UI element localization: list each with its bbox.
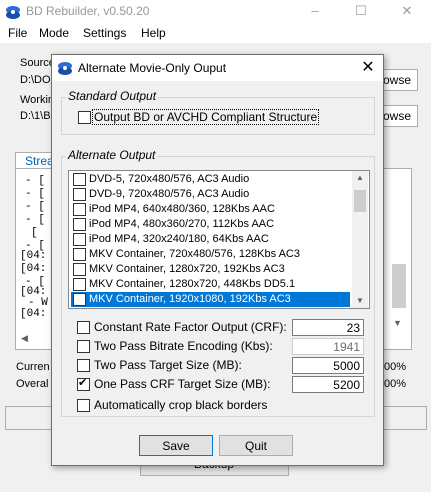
working-path: D:\1\B — [20, 110, 51, 122]
menu-settings[interactable]: Settings — [83, 26, 126, 40]
list-item-selected[interactable]: MKV Container, 1920x1080, 192Kbs AC3 — [71, 291, 350, 307]
working-label: Workin — [20, 94, 55, 106]
one-pass-crf-label: One Pass CRF Target Size (MB): — [94, 377, 271, 391]
log-line: - [ — [25, 214, 45, 226]
list-item-label: MKV Container, 1280x720, 192Kbs AC3 — [89, 263, 285, 275]
source-label: Source — [20, 57, 55, 69]
list-item-checkbox[interactable] — [73, 248, 86, 261]
dialog-app-icon — [58, 62, 72, 75]
list-item-label: iPod MP4, 320x240/180, 64Kbs AAC — [89, 233, 269, 245]
log-line: [04: — [20, 250, 47, 262]
log-line: - [ — [25, 201, 45, 213]
one-pass-crf-input[interactable]: 5200 — [292, 376, 364, 393]
list-item-label: MKV Container, 1280x720, 448Kbs DD5.1 — [89, 278, 296, 290]
list-item-label: iPod MP4, 480x360/270, 112Kbs AAC — [89, 218, 275, 230]
log-scrollbar-thumb[interactable] — [392, 264, 406, 308]
list-scrollbar-thumb[interactable] — [354, 190, 366, 212]
list-item-label: MKV Container, 720x480/576, 128Kbs AC3 — [89, 248, 300, 260]
two-pass-bitrate-input[interactable]: 1941 — [292, 338, 364, 355]
overall-percent: 00% — [384, 378, 407, 390]
bd-avchd-label: Output BD or AVCHD Compliant Structure — [92, 109, 320, 125]
dialog-close-button[interactable]: ✕ — [353, 55, 383, 81]
menu-help[interactable]: Help — [141, 26, 166, 40]
crf-checkbox[interactable] — [77, 321, 90, 334]
two-pass-size-row: Two Pass Target Size (MB): 5000 — [77, 357, 367, 375]
two-pass-size-input[interactable]: 5000 — [292, 357, 364, 374]
alternate-output-dialog: Alternate Movie-Only Ouput ✕ Standard Ou… — [51, 54, 384, 466]
list-item-label: DVD-9, 720x480/576, AC3 Audio — [89, 188, 250, 200]
list-item-label: MKV Container, 1920x1080, 192Kbs AC3 — [89, 293, 291, 305]
tab-streams-label: Strea — [25, 154, 54, 168]
current-percent: 00% — [384, 361, 407, 373]
app-icon — [6, 6, 20, 19]
bd-avchd-checkbox[interactable] — [78, 111, 91, 124]
crf-label: Constant Rate Factor Output (CRF): — [94, 320, 287, 334]
list-scrollbar[interactable]: ▲ ▼ — [352, 171, 368, 308]
alternate-output-label: Alternate Output — [66, 148, 158, 162]
list-item[interactable]: DVD-9, 720x480/576, AC3 Audio — [71, 187, 350, 202]
browse-label: owse — [383, 73, 412, 87]
two-pass-bitrate-checkbox[interactable] — [77, 340, 90, 353]
scroll-left-icon[interactable]: ◀ — [21, 333, 28, 344]
list-item[interactable]: MKV Container, 1280x720, 192Kbs AC3 — [71, 262, 350, 277]
list-item-checkbox[interactable] — [73, 188, 86, 201]
one-pass-crf-row: One Pass CRF Target Size (MB): 5200 — [77, 376, 367, 394]
quit-button[interactable]: Quit — [219, 435, 293, 456]
log-line: [04: — [20, 263, 47, 275]
crf-option-row: Constant Rate Factor Output (CRF): 23 — [77, 319, 367, 337]
list-item-checkbox[interactable] — [73, 218, 86, 231]
list-item[interactable]: MKV Container, 720x480/576, 128Kbs AC3 — [71, 247, 350, 262]
two-pass-bitrate-label: Two Pass Bitrate Encoding (Kbs): — [94, 339, 273, 353]
minimize-button[interactable]: – — [292, 0, 338, 24]
list-item[interactable]: DVD-5, 720x480/576, AC3 Audio — [71, 172, 350, 187]
two-pass-size-label: Two Pass Target Size (MB): — [94, 358, 242, 372]
list-item-checkbox[interactable] — [73, 173, 86, 186]
browse-label: owse — [383, 109, 412, 123]
list-item[interactable]: iPod MP4, 480x360/270, 112Kbs AAC — [71, 217, 350, 232]
autocrop-label: Automatically crop black borders — [94, 398, 268, 412]
log-line: [04: — [20, 308, 47, 320]
scroll-down-icon[interactable]: ▼ — [356, 296, 364, 305]
autocrop-checkbox[interactable] — [77, 399, 90, 412]
current-label: Curren — [16, 361, 50, 373]
scroll-up-icon[interactable]: ▲ — [356, 173, 364, 182]
two-pass-bitrate-row: Two Pass Bitrate Encoding (Kbs): 1941 — [77, 338, 367, 356]
list-item[interactable]: iPod MP4, 640x480/360, 128Kbs AAC — [71, 202, 350, 217]
overall-label: Overal — [16, 378, 49, 390]
two-pass-size-checkbox[interactable] — [77, 359, 90, 372]
list-item-checkbox[interactable] — [73, 291, 86, 306]
list-item-checkbox[interactable] — [73, 278, 86, 291]
autocrop-row: Automatically crop black borders — [77, 397, 367, 415]
list-item[interactable]: iPod MP4, 320x240/180, 64Kbs AAC — [71, 232, 350, 247]
menu-file[interactable]: File — [8, 26, 27, 40]
standard-output-label: Standard Output — [66, 89, 159, 103]
source-path: D:\DO — [20, 74, 51, 86]
maximize-button[interactable]: ☐ — [338, 0, 384, 24]
menu-mode[interactable]: Mode — [39, 26, 69, 40]
log-line: [ — [31, 227, 38, 239]
save-button[interactable]: Save — [139, 435, 213, 456]
list-item-checkbox[interactable] — [73, 203, 86, 216]
app-title: BD Rebuilder, v0.50.20 — [26, 4, 150, 18]
log-line: - [ — [25, 175, 45, 187]
list-item[interactable]: MKV Container, 1280x720, 448Kbs DD5.1 — [71, 277, 350, 292]
list-item-checkbox[interactable] — [73, 233, 86, 246]
list-item-label: DVD-5, 720x480/576, AC3 Audio — [89, 173, 250, 185]
close-button[interactable]: ✕ — [384, 0, 430, 24]
log-line: - [ — [25, 188, 45, 200]
dialog-title: Alternate Movie-Only Ouput — [78, 61, 227, 75]
output-format-list: DVD-5, 720x480/576, AC3 Audio DVD-9, 720… — [68, 170, 370, 309]
list-item-label: iPod MP4, 640x480/360, 128Kbs AAC — [89, 203, 275, 215]
one-pass-crf-checkbox[interactable] — [77, 376, 90, 391]
list-item-checkbox[interactable] — [73, 263, 86, 276]
crf-input[interactable]: 23 — [292, 319, 364, 336]
scroll-down-icon[interactable]: ▼ — [393, 318, 402, 328]
